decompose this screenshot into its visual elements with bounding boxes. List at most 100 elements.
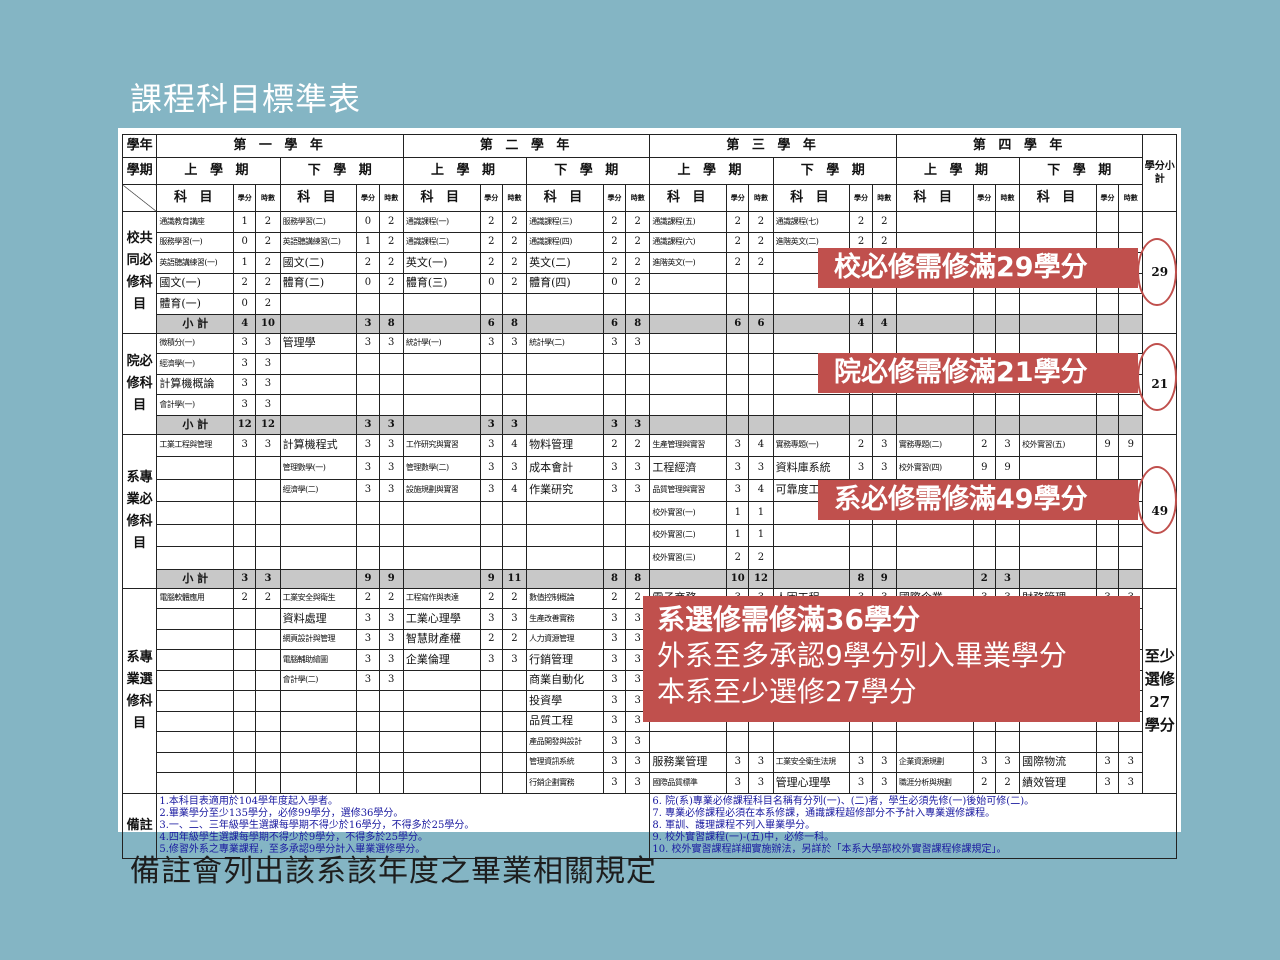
credit-cell	[625, 394, 651, 416]
credit-cell	[1118, 293, 1144, 315]
subtotal-credit: 3	[233, 568, 257, 589]
credit-cell	[233, 731, 257, 753]
subtotal-hours: 8	[625, 568, 651, 589]
credit-cell	[602, 293, 627, 315]
header-credit: 學分	[479, 184, 503, 212]
credit-cell: 0	[356, 211, 380, 233]
subtotal-row: 小 計 4 10 3 8 6 8 6 8 6 6 4 4	[123, 313, 1177, 334]
callout-dept-required: 系必修需修滿49學分	[818, 480, 1138, 520]
course-cell: 績效管理	[1019, 772, 1097, 794]
credit-cell	[378, 394, 404, 416]
credit-cell	[726, 373, 750, 395]
subtotal-hours: 9	[871, 568, 897, 589]
credit-cell	[1118, 211, 1144, 233]
credit-cell	[501, 293, 528, 315]
subtotal-label-cell	[895, 414, 974, 435]
subtotal-credit	[972, 313, 996, 334]
credit-cell: 2	[255, 587, 281, 609]
header-year-1: 第 一 學 年	[156, 134, 404, 158]
course-cell	[649, 373, 728, 395]
table-row: 院必修科目 微積分(一) 3 3 管理學 3 3 統計學(一) 3 3 統計學(二) 3 3 21	[121, 332, 1177, 435]
course-cell	[402, 731, 481, 753]
header-row-year: 學年第 一 學 年第 二 學 年第 三 學 年第 四 學 年學分小計	[121, 134, 1177, 212]
course-cell: 體育(三)	[402, 272, 481, 294]
credit-cell	[748, 332, 774, 354]
course-cell: 校外實習(一)	[649, 501, 728, 525]
header-term-2: 下 學 期	[279, 157, 404, 185]
course-cell: 通識課程(三)	[526, 211, 604, 233]
credit-cell	[255, 649, 281, 671]
credit-cell	[233, 523, 257, 547]
header-course: 科 目	[526, 184, 604, 212]
credit-cell	[501, 373, 528, 395]
credit-cell	[255, 608, 281, 630]
subtotal-credit	[1095, 313, 1120, 334]
credit-cell: 2	[748, 252, 774, 274]
header-term-8: 下 學 期	[1019, 157, 1144, 185]
header-hours: 時數	[871, 184, 897, 212]
header-row-term: 學期上 學 期下 學 期上 學 期下 學 期上 學 期下 學 期上 學 期下 學…	[121, 157, 1177, 185]
credit-cell: 2	[972, 433, 996, 457]
header-hours: 時數	[625, 184, 651, 212]
course-cell	[772, 523, 851, 547]
credit-cell	[972, 211, 996, 233]
course-cell: 統計學(二)	[526, 332, 604, 354]
credit-cell	[378, 373, 404, 395]
credit-cell	[602, 546, 627, 570]
course-cell	[402, 751, 481, 773]
credit-cell	[255, 690, 281, 712]
course-cell	[649, 332, 728, 354]
credit-cell: 2	[748, 231, 774, 253]
header-credit: 學分	[356, 184, 380, 212]
course-cell: 工業安全衛生法規	[772, 751, 851, 773]
credit-cell: 3	[871, 456, 897, 480]
table-row: 體育(一) 0 2	[123, 293, 1177, 315]
credit-cell: 3	[356, 332, 380, 354]
course-cell: 行銷企劃實務	[526, 772, 604, 794]
credit-cell	[726, 731, 750, 753]
credit-cell	[356, 772, 380, 794]
credit-cell: 3	[1118, 772, 1144, 794]
credit-cell	[972, 523, 996, 547]
header-credit: 學分	[972, 184, 996, 212]
course-cell: 體育(四)	[526, 272, 604, 294]
credit-cell: 3	[479, 456, 503, 480]
credit-cell: 3	[501, 649, 528, 671]
credit-cell	[356, 373, 380, 395]
course-cell: 國際品質標準	[649, 772, 728, 794]
credit-cell: 2	[255, 252, 281, 274]
course-cell: 服務學習(一)	[156, 231, 235, 253]
subtotal-hours	[1118, 568, 1144, 589]
course-cell: 商業自動化	[526, 669, 604, 691]
credit-cell	[356, 353, 380, 375]
credit-cell	[255, 710, 281, 732]
credit-cell	[726, 353, 750, 375]
course-cell	[649, 353, 728, 375]
credit-cell	[501, 751, 528, 773]
credit-cell: 0	[233, 293, 257, 315]
course-cell: 工程經濟	[649, 456, 728, 480]
course-cell	[156, 523, 235, 547]
highlight-ring-school-total	[1137, 238, 1177, 306]
subtotal-label-cell	[402, 568, 481, 589]
credit-cell: 3	[602, 710, 627, 732]
course-cell	[279, 293, 358, 315]
credit-cell: 3	[602, 649, 627, 671]
credit-cell	[994, 394, 1021, 416]
credit-cell	[972, 546, 996, 570]
credit-cell	[1095, 332, 1120, 354]
credit-cell	[726, 332, 750, 354]
subtotal-credit: 3	[356, 313, 380, 334]
subtotal-hours	[748, 414, 774, 435]
subtotal-hours: 8	[625, 313, 651, 334]
course-cell	[279, 523, 358, 547]
credit-cell: 3	[602, 690, 627, 712]
credit-cell: 3	[625, 772, 651, 794]
course-cell	[1019, 332, 1097, 354]
credit-cell: 2	[378, 231, 404, 253]
note-line: 2.畢業學分至少135學分，必修99學分，選修36學分。	[159, 807, 404, 819]
credit-cell: 9	[1095, 433, 1120, 457]
credit-cell: 3	[479, 433, 503, 457]
credit-cell: 3	[726, 772, 750, 794]
credit-cell: 3	[871, 751, 897, 773]
